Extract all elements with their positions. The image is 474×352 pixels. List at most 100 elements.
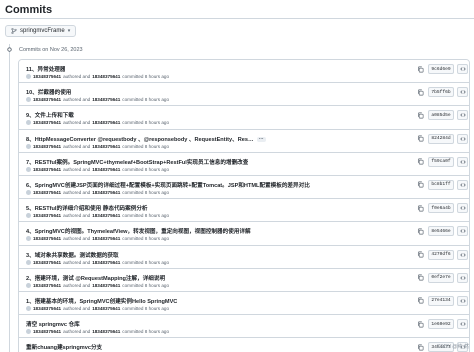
commit-message[interactable]: 7、RESTful案例。SpringMVC+thymeleaf+BootStra… (26, 160, 248, 166)
commit-message[interactable]: 3、域对象共享数据。测试数据的获取 (26, 253, 119, 259)
commit-message-link[interactable]: 重新chuang建springmvc分支 (26, 343, 102, 351)
avatar[interactable] (26, 213, 31, 219)
commit-sha-button[interactable]: 27e4134 (428, 295, 454, 306)
committer-link[interactable]: 18348375641 (92, 306, 120, 311)
copy-sha-button[interactable] (415, 342, 426, 352)
committer-link[interactable]: 18348375641 (92, 74, 120, 79)
committer-link[interactable]: 18348375641 (92, 213, 120, 218)
commit-sha-button[interactable]: 824284d (428, 133, 454, 144)
author-link[interactable]: 18348375641 (33, 306, 61, 311)
avatar[interactable] (26, 166, 31, 172)
commit-message-link[interactable]: 2、搭建环境，测试 @RequestMapping注解，详细说明 (26, 274, 165, 282)
copy-sha-button[interactable] (415, 110, 426, 120)
committer-link[interactable]: 18348375641 (92, 260, 120, 265)
browse-repo-button[interactable] (457, 226, 468, 237)
commit-message-link[interactable]: 5、RESTful的详细介绍和使用 静态代码案例分析 (26, 204, 148, 212)
commit-message[interactable]: 2、搭建环境，测试 @RequestMapping注解，详细说明 (26, 276, 165, 282)
committer-link[interactable]: 18348375641 (92, 120, 120, 125)
avatar[interactable] (26, 236, 31, 242)
commit-message-link[interactable]: 1、搭建基本的环境，SpringMVC创建实例Hello SpringMVC (26, 297, 177, 305)
committer-link[interactable]: 18348375641 (92, 283, 120, 288)
author-link[interactable]: 18348375641 (33, 144, 61, 149)
browse-repo-button[interactable] (457, 110, 468, 121)
commit-message-link[interactable]: 8、HttpMessageConverter @requestbody 、@re… (26, 135, 266, 143)
committer-link[interactable]: 18348375641 (92, 329, 120, 334)
commit-message[interactable]: 10、拦截器的使用 (26, 90, 71, 96)
browse-repo-button[interactable] (457, 64, 468, 74)
copy-sha-button[interactable] (415, 250, 426, 260)
browse-repo-button[interactable] (457, 249, 468, 260)
commit-message[interactable]: 11、异常处理器 (26, 67, 65, 73)
committer-link[interactable]: 18348375641 (92, 167, 120, 172)
copy-sha-button[interactable] (415, 273, 426, 283)
browse-repo-button[interactable] (457, 203, 468, 214)
avatar[interactable] (26, 143, 31, 149)
commit-message[interactable]: 清空 springmvc 仓库 (26, 322, 80, 328)
browse-repo-button[interactable] (457, 319, 468, 330)
browse-repo-button[interactable] (457, 87, 468, 98)
commit-sha-button[interactable]: 9c6d6e9 (428, 64, 454, 74)
copy-sha-button[interactable] (415, 226, 426, 236)
copy-sha-button[interactable] (415, 180, 426, 190)
committer-link[interactable]: 18348375641 (92, 190, 120, 195)
commit-sha-button[interactable]: f0e6a4b (428, 203, 454, 214)
avatar[interactable] (26, 305, 31, 311)
copy-sha-button[interactable] (415, 87, 426, 97)
commit-message-link[interactable]: 6、SpringMVC创建JSP页面的详细过程+配置模板+实现页面跳转+配置To… (26, 181, 310, 189)
commit-sha-button[interactable]: 1e60e92 (428, 319, 454, 330)
author-link[interactable]: 18348375641 (33, 329, 61, 334)
commit-sha-button[interactable]: f59ca0f (428, 156, 454, 167)
avatar[interactable] (26, 74, 31, 79)
commit-sha-button[interactable]: a085d5e (428, 110, 454, 121)
branch-selector-button[interactable]: springmvcFrame ▾ (5, 25, 77, 37)
author-link[interactable]: 18348375641 (33, 167, 61, 172)
commit-message-link[interactable]: 3、域对象共享数据。测试数据的获取 (26, 251, 119, 259)
committer-link[interactable]: 18348375641 (92, 144, 120, 149)
commit-sha-button[interactable]: 8e5466e (428, 226, 454, 237)
commit-message[interactable]: 重新chuang建springmvc分支 (26, 345, 102, 351)
avatar[interactable] (26, 282, 31, 288)
committer-link[interactable]: 18348375641 (92, 236, 120, 241)
author-link[interactable]: 18348375641 (33, 190, 61, 195)
commit-message[interactable]: 1、搭建基本的环境，SpringMVC创建实例Hello SpringMVC (26, 299, 177, 305)
commit-sha-button[interactable]: 7b5ff6b (428, 87, 454, 98)
browse-repo-button[interactable] (457, 272, 468, 283)
commit-message[interactable]: 9、文件上传和下载 (26, 113, 74, 119)
commit-sha-button[interactable]: bc8b1ff (428, 179, 454, 190)
copy-sha-button[interactable] (415, 64, 426, 74)
commit-message-link[interactable]: 清空 springmvc 仓库 (26, 320, 80, 328)
commit-message[interactable]: 5、RESTful的详细介绍和使用 静态代码案例分析 (26, 206, 148, 212)
author-link[interactable]: 18348375641 (33, 97, 61, 102)
browse-repo-button[interactable] (457, 156, 468, 167)
copy-sha-button[interactable] (415, 319, 426, 329)
commit-message-link[interactable]: 9、文件上传和下载 (26, 111, 74, 119)
copy-sha-button[interactable] (415, 203, 426, 213)
commit-message-link[interactable]: 4、SpringMVC的视图。ThymeleafView，转发视图，重定向视图，… (26, 227, 251, 235)
commit-message-link[interactable]: 11、异常处理器 (26, 65, 65, 73)
browse-repo-button[interactable] (457, 295, 468, 306)
author-link[interactable]: 18348375641 (33, 74, 61, 79)
committer-link[interactable]: 18348375641 (92, 97, 120, 102)
avatar[interactable] (26, 189, 31, 195)
author-link[interactable]: 18348375641 (33, 236, 61, 241)
commit-message[interactable]: 8、HttpMessageConverter @requestbody 、@re… (26, 137, 254, 143)
author-link[interactable]: 18348375641 (33, 120, 61, 125)
commit-message[interactable]: 6、SpringMVC创建JSP页面的详细过程+配置模板+实现页面跳转+配置To… (26, 183, 310, 189)
commit-message-link[interactable]: 7、RESTful案例。SpringMVC+thymeleaf+BootStra… (26, 158, 248, 166)
author-link[interactable]: 18348375641 (33, 283, 61, 288)
author-link[interactable]: 18348375641 (33, 260, 61, 265)
avatar[interactable] (26, 329, 31, 335)
avatar[interactable] (26, 120, 31, 126)
commit-message-link[interactable]: 10、拦截器的使用 (26, 88, 71, 96)
commit-sha-button[interactable]: 0ef2e7e (428, 272, 454, 283)
copy-sha-button[interactable] (415, 296, 426, 306)
browse-repo-button[interactable] (457, 179, 468, 190)
copy-sha-button[interactable] (415, 157, 426, 167)
expand-message-button[interactable]: … (256, 135, 266, 142)
commit-sha-button[interactable]: 4270df6 (428, 249, 454, 260)
avatar[interactable] (26, 97, 31, 103)
copy-sha-button[interactable] (415, 134, 426, 144)
commit-message[interactable]: 4、SpringMVC的视图。ThymeleafView，转发视图，重定向视图，… (26, 229, 251, 235)
author-link[interactable]: 18348375641 (33, 213, 61, 218)
browse-repo-button[interactable] (457, 133, 468, 144)
